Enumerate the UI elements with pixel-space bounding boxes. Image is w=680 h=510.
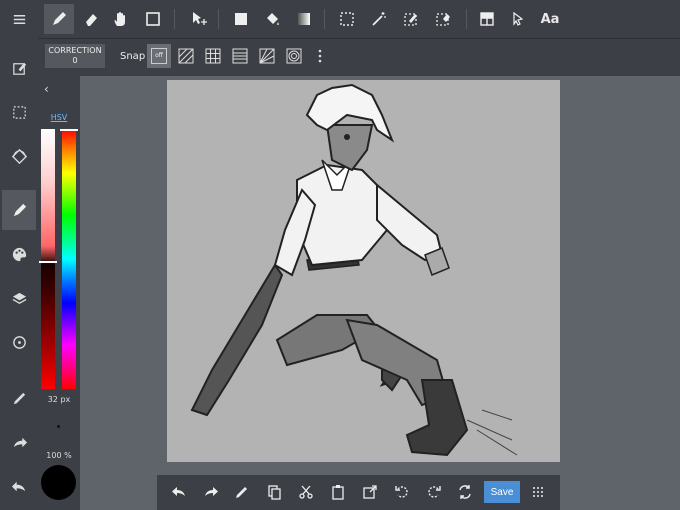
hue-slider[interactable] [62, 129, 76, 389]
palette-icon[interactable] [0, 234, 38, 274]
brush-icon[interactable] [2, 190, 36, 230]
hue-slider-marker[interactable] [60, 129, 78, 131]
rectangle-tool-icon[interactable] [138, 4, 168, 34]
correction-label: CORRECTION [48, 46, 102, 55]
drawing-canvas[interactable] [167, 80, 560, 462]
eyedropper-icon[interactable] [229, 479, 255, 505]
redo-icon[interactable] [198, 479, 224, 505]
more-options-icon[interactable] [308, 44, 332, 68]
pen-tool-icon[interactable] [44, 4, 74, 34]
back-icon[interactable] [0, 466, 38, 506]
select-tool-icon[interactable] [332, 4, 362, 34]
rotate-left-icon[interactable] [389, 479, 415, 505]
brush-size-label[interactable]: 32 px [38, 395, 80, 404]
current-color-swatch[interactable] [41, 465, 76, 500]
move-tool-icon[interactable] [184, 4, 214, 34]
snap-label: Snap [120, 51, 146, 62]
edit-icon[interactable] [0, 48, 38, 88]
color-mode-label[interactable]: HSV [38, 113, 80, 122]
toolbar-divider [218, 9, 219, 29]
menu-icon[interactable] [0, 4, 38, 34]
snap-radial-icon[interactable] [255, 44, 279, 68]
gradient-tool-icon[interactable] [289, 4, 319, 34]
undo-icon[interactable] [166, 479, 192, 505]
sv-slider-marker[interactable] [39, 261, 57, 263]
share-icon[interactable] [0, 422, 38, 462]
snap-circle-icon[interactable] [282, 44, 306, 68]
material-icon[interactable] [0, 322, 38, 362]
opacity-label[interactable]: 100 % [38, 451, 80, 460]
correction-value: 0 [72, 56, 78, 65]
magic-wand-icon[interactable] [364, 4, 394, 34]
paste-icon[interactable] [325, 479, 351, 505]
text-tool-label: Aa [540, 11, 560, 27]
bucket-tool-icon[interactable] [257, 4, 287, 34]
transform-icon[interactable] [357, 479, 383, 505]
saturation-value-slider[interactable] [41, 129, 55, 389]
snap-off-label: off [151, 48, 167, 64]
snap-parallel-icon[interactable] [174, 44, 198, 68]
layers-icon[interactable] [0, 278, 38, 318]
collapse-panel-icon[interactable]: ‹ [44, 82, 49, 96]
select-eraser-icon[interactable] [428, 4, 458, 34]
toolbar-divider [324, 9, 325, 29]
copy-icon[interactable] [261, 479, 287, 505]
snap-grid-icon[interactable] [201, 44, 225, 68]
operation-tool-icon[interactable] [503, 4, 533, 34]
fill-rect-tool-icon[interactable] [226, 4, 256, 34]
cut-icon[interactable] [293, 479, 319, 505]
selection-icon[interactable] [0, 92, 38, 132]
eraser-tool-icon[interactable] [76, 4, 106, 34]
select-pen-icon[interactable] [396, 4, 426, 34]
brush-size-preview [57, 425, 60, 428]
flip-icon[interactable] [452, 479, 478, 505]
toolbar-divider [466, 9, 467, 29]
transform-icon[interactable] [0, 136, 38, 176]
hand-tool-icon[interactable] [106, 4, 136, 34]
snap-off-button[interactable]: off [147, 44, 171, 68]
toolbar-divider [174, 9, 175, 29]
sketch-artwork [190, 83, 518, 457]
save-button[interactable]: Save [484, 481, 520, 503]
text-tool-button[interactable]: Aa [535, 4, 565, 34]
snap-perspective-icon[interactable] [228, 44, 252, 68]
rotate-right-icon[interactable] [421, 479, 447, 505]
grid-menu-icon[interactable] [525, 479, 551, 505]
correction-button[interactable]: CORRECTION 0 [45, 44, 105, 68]
frame-divider-icon[interactable] [472, 4, 502, 34]
eyedropper-icon[interactable] [0, 378, 38, 418]
